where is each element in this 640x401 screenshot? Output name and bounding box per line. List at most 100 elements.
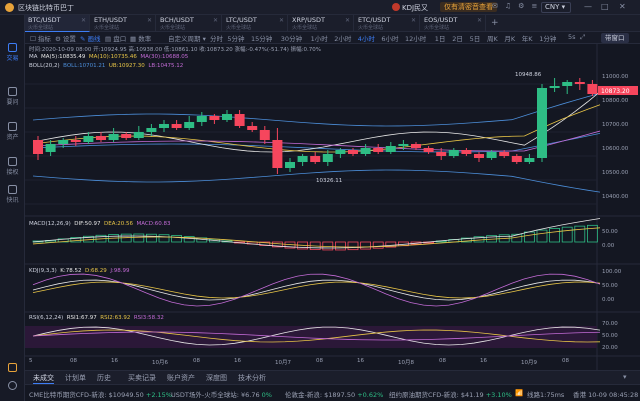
period-10[interactable]: 2日 (452, 33, 463, 43)
latency[interactable]: 线路1:75ms (527, 389, 564, 399)
toolbar-label: 盘口 (113, 35, 127, 43)
period-4[interactable]: 1小时 (311, 33, 328, 43)
kline-chart[interactable]: 10873.20 10948.86 10326.11 (25, 44, 640, 370)
tab-etc-usdt[interactable]: ETC/USDT 火币全球站 ✕ (355, 15, 420, 32)
kdj-axis: 100.00 50.00 0.00 (602, 264, 640, 312)
period-3[interactable]: 30分钟 (281, 33, 302, 43)
indicator-button[interactable]: ☐ 指标 (30, 33, 51, 43)
rsi2-value: RSI2:63.92 (100, 315, 131, 321)
period-7[interactable]: 6小时 (381, 33, 398, 43)
toolbar-label: 自定义周期 (168, 35, 201, 43)
bell-icon[interactable]: ♫ (505, 2, 511, 10)
menu-icon[interactable]: ≡ (531, 2, 537, 10)
period-12[interactable]: 周K (487, 33, 498, 43)
tab-technical-analysis[interactable]: 技术分析 (238, 373, 266, 383)
tab-bch-usdt[interactable]: BCH/USDT 火币全球站 ✕ (157, 15, 222, 32)
orderbook-button[interactable]: ▤ 盘口 (105, 33, 126, 43)
candle-body (360, 148, 371, 154)
status-badge[interactable]: 仅有清密音查看 (440, 2, 497, 12)
ticker-name: USDT场外-火币全球站: (171, 391, 239, 399)
close-tab-icon[interactable]: ✕ (147, 17, 152, 24)
sidebar-item-flash[interactable]: 快讯 (0, 185, 25, 204)
close-tab-icon[interactable]: ✕ (213, 17, 218, 24)
rsi-name: RSI(6,12,24) (29, 315, 64, 321)
user-name[interactable]: KDJ民又 (402, 3, 428, 13)
close-tab-icon[interactable]: ✕ (81, 17, 86, 24)
toolbar-label: 数率 (138, 35, 152, 43)
time-label: 08 (316, 358, 323, 364)
period-14[interactable]: 年K (522, 33, 533, 43)
sidebar-label: 快讯 (6, 197, 19, 204)
candle-body (108, 134, 119, 140)
chart-area[interactable]: 10873.20 10948.86 10326.11 时间:2020-10-09… (25, 44, 640, 370)
macd-bar (549, 228, 560, 243)
close-tab-icon[interactable]: ✕ (279, 17, 284, 24)
kdj-panel (32, 273, 601, 307)
refresh-interval[interactable]: 5s (568, 33, 576, 41)
kdj-j-line (32, 273, 601, 307)
fullscreen-icon[interactable]: ⤢ (580, 33, 585, 42)
maximize-icon[interactable]: □ (601, 2, 609, 11)
tab-btc-usdt[interactable]: BTC/USDT 火币全球站 ✕ (25, 15, 90, 32)
rate-button[interactable]: ▦ 数率 (130, 33, 151, 43)
currency-select[interactable]: CNY ▾ (541, 2, 571, 13)
tab-plan-orders[interactable]: 计划单 (65, 373, 86, 383)
custom-period-button[interactable]: 自定义周期 ▾ (168, 33, 206, 43)
ticker-usdt[interactable]: USDT场外-火币全球站: ¥6.76 0% (171, 389, 272, 399)
sidebar-item-assets[interactable]: 资产 (0, 122, 25, 141)
axis-label: 10400.00 (602, 194, 629, 200)
tab-trade-records[interactable]: 买卖记录 (128, 373, 156, 383)
axis-label: 10700.00 (602, 122, 629, 128)
period-8[interactable]: 12小时 (405, 33, 426, 43)
tab-eth-usdt[interactable]: ETH/USDT 火币全球站 ✕ (91, 15, 156, 32)
settings-button[interactable]: ⚙ 设置 (55, 33, 76, 43)
sidebar-item-news[interactable]: 要问 (0, 87, 25, 106)
period-13[interactable]: 月K (504, 33, 515, 43)
tab-xrp-usdt[interactable]: XRP/USDT 火币全球站 ✕ (289, 15, 354, 32)
candle-body (96, 136, 106, 140)
user-avatar[interactable] (392, 3, 400, 11)
window-mode-button[interactable]: 带窗口 (601, 33, 629, 43)
sidebar-item-trade[interactable]: 交易 (0, 43, 25, 62)
add-tab-icon[interactable]: + (491, 18, 499, 28)
sidebar-item-favorite[interactable] (0, 363, 25, 373)
period-11[interactable]: 5日 (470, 33, 481, 43)
close-tab-icon[interactable]: ✕ (411, 17, 416, 24)
candle-body (423, 148, 434, 152)
period-5[interactable]: 2小时 (334, 33, 351, 43)
tab-history[interactable]: 历史 (97, 373, 111, 383)
period-1[interactable]: 5分钟 (227, 33, 244, 43)
tab-depth-chart[interactable]: 深度图 (206, 373, 227, 383)
rsi1-value: RSI1:67.97 (66, 315, 97, 321)
ma-info: MA MA(5):10835.49 MA(10):10735.46 MA(30)… (29, 54, 188, 60)
period-2[interactable]: 15分钟 (251, 33, 272, 43)
candle-body (537, 88, 547, 158)
close-icon[interactable]: ✕ (619, 2, 626, 11)
close-tab-icon[interactable]: ✕ (345, 17, 350, 24)
time-label: 08 (193, 358, 200, 364)
tab-account-assets[interactable]: 账户资产 (167, 373, 195, 383)
settings-icon[interactable]: ⚙ (518, 2, 524, 10)
tab-open-orders[interactable]: 未成交 (33, 373, 54, 384)
period-9[interactable]: 1日 (435, 33, 446, 43)
period-15[interactable]: 1分钟 (539, 33, 556, 43)
ticker-oil[interactable]: 纽约原油期货CFD-新浪: $41.19 +3.10% (389, 389, 512, 399)
close-tab-icon[interactable]: ✕ (477, 17, 482, 24)
ticker-gold[interactable]: 伦敦金-新浪: $1897.50 +0.62% (285, 389, 383, 399)
ticker-cme[interactable]: CME比特币期货CFD-新浪: $10949.50 +2.15% (29, 389, 172, 399)
collapse-icon[interactable]: ▾ (623, 373, 627, 381)
macd-dif: DIF:50.97 (74, 221, 101, 227)
period-6[interactable]: 4小时 (358, 33, 375, 43)
period-0[interactable]: 分时 (210, 33, 223, 43)
news-icon (8, 87, 17, 96)
mail-icon[interactable]: ✉ (492, 2, 498, 10)
minimize-icon[interactable]: — (584, 2, 592, 11)
sidebar-item-auth[interactable]: 接权 (0, 157, 25, 176)
macd-bar (347, 241, 359, 251)
sidebar-item-help[interactable] (0, 381, 25, 391)
ticker-value: $10949.50 (108, 391, 144, 399)
tab-ltc-usdt[interactable]: LTC/USDT 火币全球站 ✕ (223, 15, 288, 32)
draw-line-button[interactable]: ✎ 画线 (80, 33, 101, 43)
ticker-value: $41.19 (460, 391, 484, 399)
tab-eos-usdt[interactable]: EOS/USDT 火币全球站 ✕ (421, 15, 486, 32)
